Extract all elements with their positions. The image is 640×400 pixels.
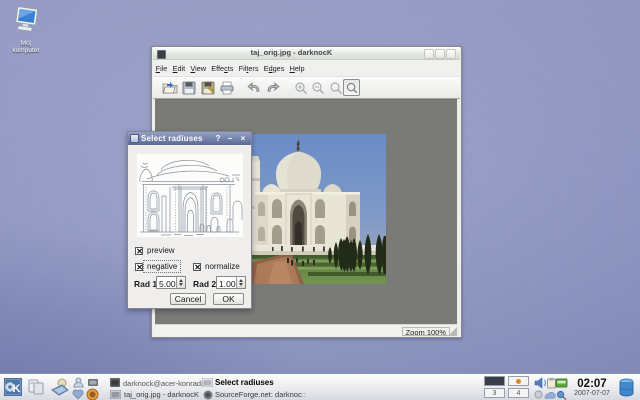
- svg-text:K: K: [13, 383, 21, 395]
